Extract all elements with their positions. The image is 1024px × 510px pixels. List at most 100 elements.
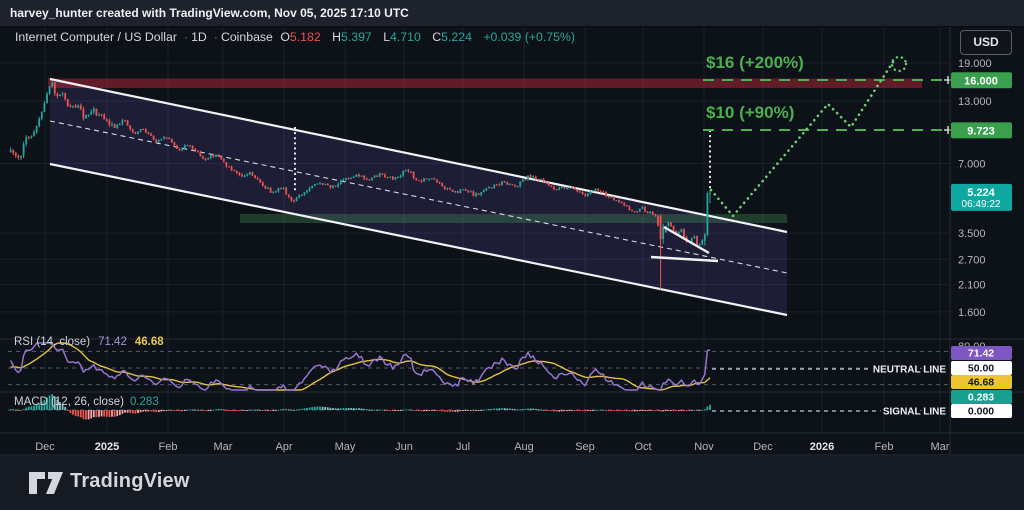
macd-histogram-bar (376, 410, 378, 411)
candle-body (142, 129, 144, 130)
candle-body (257, 178, 259, 179)
candle-body (340, 181, 342, 185)
macd-histogram-bar (691, 410, 693, 411)
candle-body (418, 180, 420, 181)
candle-body (348, 178, 350, 179)
macd-histogram-bar (119, 410, 121, 415)
candle-body (387, 177, 389, 178)
candle-body (293, 201, 295, 202)
candle-body (93, 109, 95, 112)
price-target-16-annotation[interactable]: $16 (+200%) (706, 53, 804, 73)
macd-histogram-bar (197, 410, 199, 411)
macd-histogram-bar (272, 410, 274, 411)
candle-body (514, 185, 516, 187)
macd-histogram-bar (335, 408, 337, 410)
candle-body (392, 177, 394, 180)
macd-histogram-bar (504, 408, 506, 410)
candle-body (548, 183, 550, 185)
candle-body (57, 94, 59, 96)
symbol-exchange[interactable]: Coinbase (221, 30, 273, 44)
candle-body (46, 94, 48, 104)
candle-body (436, 180, 438, 182)
macd-histogram-bar (309, 407, 311, 410)
macd-histogram-bar (392, 410, 394, 411)
macd-histogram-bar (88, 410, 90, 419)
month-label: Nov (694, 441, 714, 453)
candle-body (454, 191, 456, 192)
candle-body (626, 205, 628, 206)
candle-body (566, 188, 568, 189)
macd-histogram-bar (631, 410, 633, 411)
candle-body (163, 137, 165, 139)
macd-histogram-bar (522, 409, 524, 410)
candle-body (356, 175, 358, 177)
macd-histogram-bar (639, 410, 641, 411)
macd-histogram-bar (686, 410, 688, 411)
symbol-legend[interactable]: Internet Computer / US Dollar·1D·Coinbas… (15, 30, 579, 44)
resistance-zone-16[interactable] (48, 79, 922, 89)
macd-histogram-bar (668, 410, 670, 411)
line-label-text: NEUTRAL LINE (873, 365, 946, 376)
macd-histogram-bar (166, 410, 168, 411)
macd-histogram-bar (571, 410, 573, 411)
macd-histogram-bar (587, 410, 589, 411)
price-target-10-annotation[interactable]: $10 (+90%) (706, 103, 794, 123)
candle-body (106, 119, 108, 120)
symbol-title[interactable]: Internet Computer / US Dollar (15, 30, 177, 44)
macd-histogram-bar (353, 408, 355, 410)
macd-histogram-bar (330, 408, 332, 410)
candle-body (327, 184, 329, 185)
candle-body (72, 106, 74, 107)
candle-body (343, 180, 345, 181)
symbol-interval[interactable]: 1D (191, 30, 207, 44)
candle-body (553, 187, 555, 190)
macd-histogram-bar (148, 410, 150, 411)
macd-histogram-bar (171, 410, 173, 411)
indicator-badge-label: 0.283 (968, 392, 994, 404)
macd-histogram-bar (262, 410, 264, 411)
macd-histogram-bar (181, 410, 183, 411)
macd-histogram-bar (249, 410, 251, 411)
candle-body (324, 184, 326, 185)
candle-body (522, 179, 524, 181)
macd-histogram-bar (675, 410, 677, 411)
candle-body (239, 173, 241, 175)
candle-body (124, 120, 126, 121)
projection-loop (892, 57, 906, 71)
macd-histogram-bar (701, 410, 703, 411)
macd-histogram-bar (278, 410, 280, 411)
candle-body (272, 192, 274, 193)
candle-body (694, 236, 696, 238)
candle-body (374, 176, 376, 178)
macd-indicator-legend[interactable]: MACD (12, 26, close)0.283 (14, 396, 159, 408)
macd-histogram-bar (496, 408, 498, 410)
macd-histogram-bar (358, 408, 360, 410)
macd-histogram-bar (618, 410, 620, 411)
macd-histogram-bar (153, 410, 155, 412)
candle-body (244, 176, 246, 177)
tradingview-brand-text[interactable]: TradingView (70, 470, 190, 493)
candle-body (358, 175, 360, 177)
currency-usd-button[interactable]: USD (960, 30, 1012, 55)
chart-canvas[interactable]: NEUTRAL LINESIGNAL LINE19.00013.0007.000… (0, 0, 1024, 510)
descending-channel-fill[interactable] (50, 79, 787, 315)
macd-histogram-bar (592, 410, 594, 411)
rsi-indicator-legend[interactable]: RSI (14, close)71.4246.68 (14, 336, 164, 348)
macd-histogram-bar (642, 410, 644, 411)
macd-histogram-bar (566, 410, 568, 411)
tradingview-logo-icon[interactable] (28, 471, 64, 495)
macd-histogram-bar (681, 410, 683, 411)
candle-body (285, 188, 287, 195)
candle-body (83, 109, 85, 118)
candle-body (70, 106, 72, 107)
macd-histogram-bar (101, 410, 103, 416)
macd-histogram-bar (252, 410, 254, 411)
macd-histogram-bar (192, 409, 194, 410)
macd-histogram-bar (649, 410, 651, 411)
attribution-text: harvey_hunter created with TradingView.c… (10, 6, 409, 20)
candle-body (603, 192, 605, 193)
candle-body (127, 120, 129, 125)
rsi-legend-title: RSI (14, close) (14, 336, 90, 348)
candle-body (270, 188, 272, 193)
candle-body (509, 184, 511, 185)
